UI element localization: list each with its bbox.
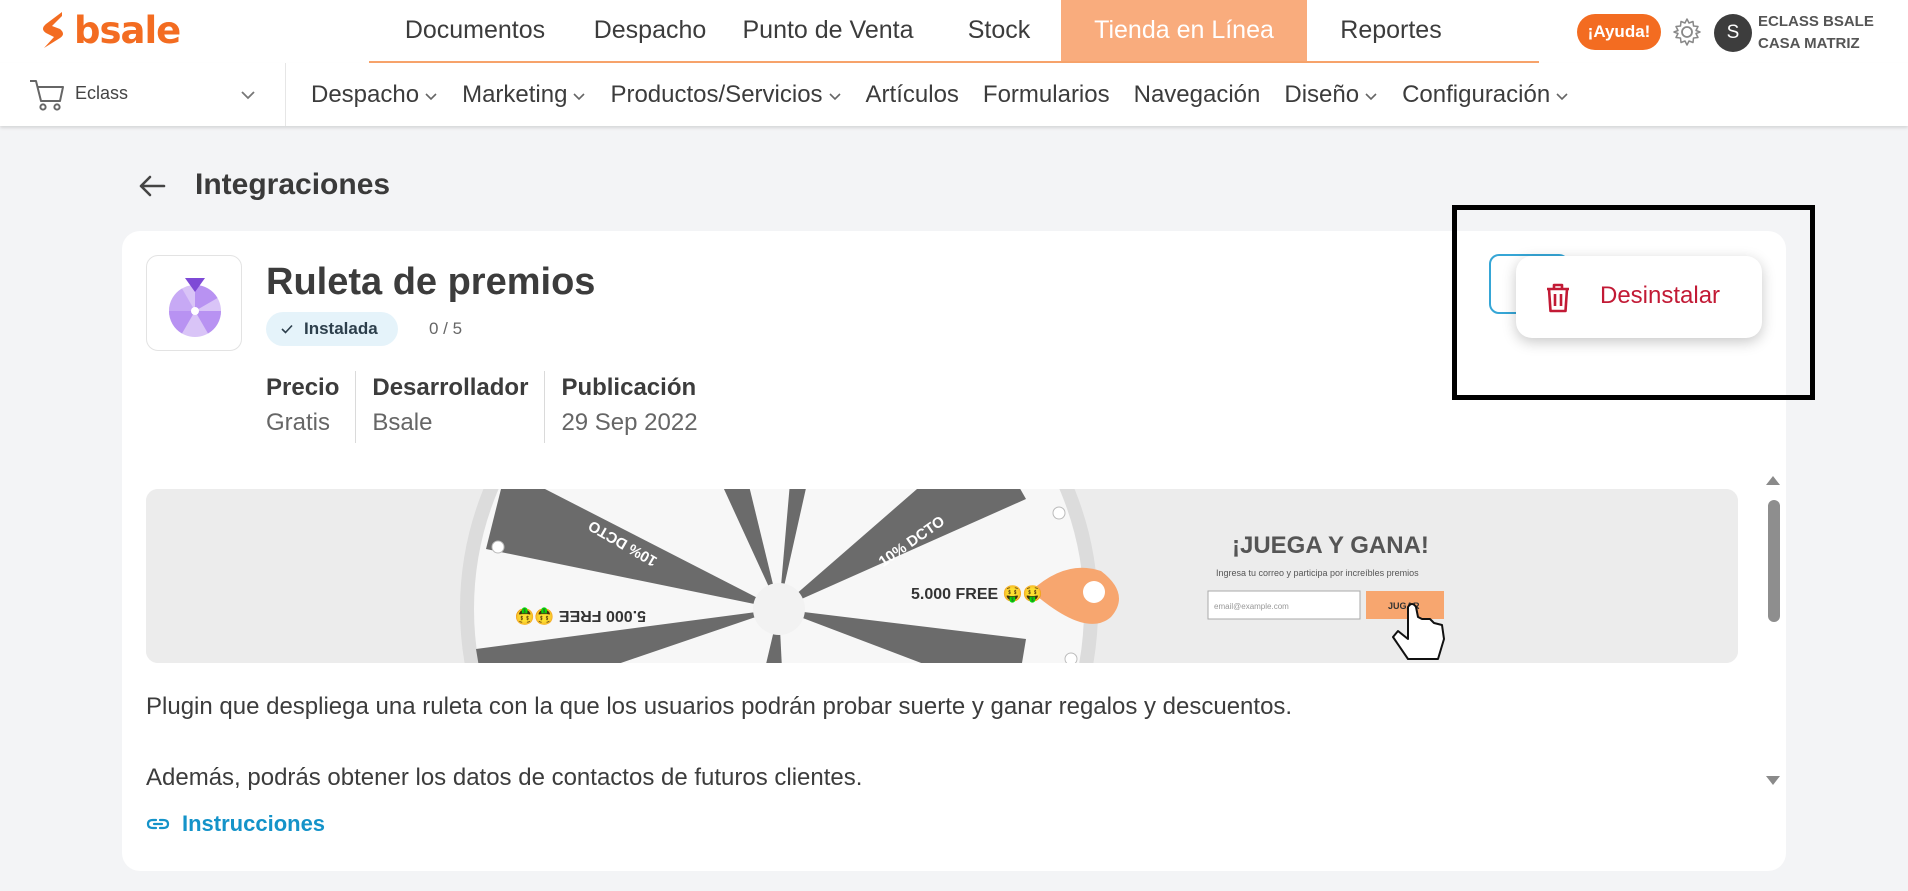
link-icon <box>146 818 170 830</box>
main-nav-stock[interactable]: Stock <box>937 0 1061 61</box>
secondary-bar: Eclass Despacho Marketing Productos/Servic… <box>0 63 1908 126</box>
scroll-up-arrow[interactable] <box>1766 476 1780 485</box>
top-bar: bsale Documentos Despacho Punto de Venta St… <box>0 0 1908 63</box>
app-rating: 0 / 5 <box>429 319 463 338</box>
chevron-down-icon <box>1556 92 1568 100</box>
wheel-label-free: 5.000 FREE 🤑🤑 <box>911 585 1042 603</box>
app-title: Ruleta de premios <box>266 261 596 303</box>
sub-nav-formularios[interactable]: Formularios <box>983 81 1110 109</box>
meta-label: Desarrollador <box>372 374 529 401</box>
main-nav-punto-de-venta[interactable]: Punto de Venta <box>719 0 937 61</box>
sub-nav-label: Navegación <box>1133 80 1261 108</box>
sub-nav-label: Productos/Servicios <box>610 80 823 108</box>
sub-nav-productos-servicios[interactable]: Productos/Servicios <box>610 81 841 109</box>
sub-nav-marketing[interactable]: Marketing <box>462 81 586 109</box>
shopping-cart-icon <box>30 80 64 111</box>
sub-nav-label: Despacho <box>311 80 420 108</box>
app-icon <box>146 255 242 351</box>
banner-subheading: Ingresa tu correo y participa por increí… <box>1216 568 1419 578</box>
sub-nav-configuracion[interactable]: Configuración <box>1402 81 1569 109</box>
chevron-down-icon <box>241 91 255 100</box>
sub-nav-diseno[interactable]: Diseño <box>1284 81 1378 109</box>
banner-heading: ¡JUEGA Y GANA! <box>1232 532 1429 559</box>
page-title: Integraciones <box>195 168 391 201</box>
meta-label: Publicación <box>561 374 697 401</box>
wheel-label-free-2: 5.000 FREE 🤑🤑 <box>515 607 646 625</box>
sub-nav-label: Marketing <box>462 80 568 108</box>
meta-value: Bsale <box>372 409 433 436</box>
main-nav-despacho[interactable]: Despacho <box>581 0 719 61</box>
sub-nav-navegacion[interactable]: Navegación <box>1134 81 1261 109</box>
highlight-box <box>1452 205 1815 400</box>
meta-developer: Desarrollador Bsale <box>372 371 546 443</box>
scroll-down-arrow[interactable] <box>1766 776 1780 785</box>
instructions-link[interactable]: Instrucciones <box>146 811 325 837</box>
app-banner-image: 5.000 FREE 🤑🤑 5.000 FREE 🤑🤑 10% DCTO 10%… <box>146 489 1738 663</box>
banner-email-placeholder: email@example.com <box>1214 602 1289 611</box>
app-description: Plugin que despliega una ruleta con la q… <box>146 693 1293 720</box>
gear-icon[interactable] <box>1671 16 1703 48</box>
chevron-down-icon <box>425 92 437 100</box>
meta-price: Precio Gratis <box>266 371 357 443</box>
meta-value: Gratis <box>266 409 331 436</box>
check-icon <box>281 324 293 334</box>
branch-name: CASA MATRIZ <box>1758 35 1860 52</box>
back-arrow-icon[interactable] <box>136 170 168 202</box>
instructions-label: Instrucciones <box>182 811 326 836</box>
sub-nav-articulos[interactable]: Artículos <box>866 81 959 109</box>
store-sub-navigation: Despacho Marketing Productos/Servicios Artí… <box>311 63 1593 126</box>
main-nav-reportes[interactable]: Reportes <box>1307 0 1475 61</box>
user-avatar[interactable]: S <box>1714 14 1752 52</box>
chevron-down-icon <box>573 92 586 100</box>
app-meta: Precio Gratis Desarrollador Bsale Public… <box>266 371 730 443</box>
sub-nav-label: Configuración <box>1402 80 1551 108</box>
sub-nav-label: Diseño <box>1284 80 1360 108</box>
status-badge: Instalada <box>266 312 398 346</box>
bsale-logo-icon <box>43 12 63 48</box>
chevron-down-icon <box>1365 92 1377 100</box>
scrollbar-thumb[interactable] <box>1768 500 1780 622</box>
prize-wheel-icon <box>169 278 221 337</box>
help-button[interactable]: ¡Ayuda! <box>1577 14 1661 50</box>
user-info[interactable]: ECLASS BSALE CASA MATRIZ <box>1758 11 1874 55</box>
roulette-banner-illustration: 5.000 FREE 🤑🤑 5.000 FREE 🤑🤑 10% DCTO 10%… <box>146 489 1738 663</box>
bsale-wordmark: bsale <box>74 9 181 52</box>
app-description-extra: Además, podrás obtener los datos de cont… <box>146 764 863 791</box>
meta-value: 29 Sep 2022 <box>561 409 698 436</box>
sub-nav-label: Formularios <box>982 80 1110 108</box>
main-nav-tienda-en-l-nea[interactable]: Tienda en Línea <box>1061 0 1307 61</box>
store-name: Eclass <box>75 83 129 103</box>
store-selector[interactable]: Eclass <box>0 63 286 126</box>
meta-published: Publicación 29 Sep 2022 <box>561 371 713 443</box>
bsale-logo[interactable]: bsale <box>38 9 181 52</box>
main-nav-documentos[interactable]: Documentos <box>369 0 581 61</box>
sub-nav-despacho[interactable]: Despacho <box>311 81 438 109</box>
status-label: Instalada <box>304 319 378 338</box>
main-navigation: Documentos Despacho Punto de Venta Stock Tie… <box>369 0 1539 63</box>
chevron-down-icon <box>828 92 841 100</box>
company-name: ECLASS BSALE <box>1758 13 1874 30</box>
sub-nav-label: Artículos <box>865 80 959 108</box>
meta-label: Precio <box>266 374 340 401</box>
